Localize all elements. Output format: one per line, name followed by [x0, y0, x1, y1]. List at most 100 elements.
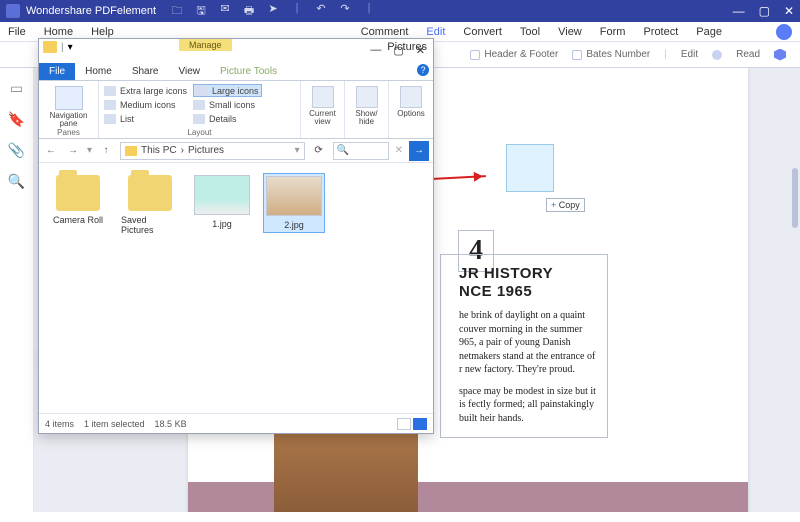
share-icon[interactable]: ➤ [266, 2, 280, 21]
options-button[interactable] [400, 86, 422, 108]
explorer-window-title: Pictures [387, 41, 427, 53]
item-name: 2.jpg [284, 220, 304, 230]
bates-number-button[interactable]: Bates Number [572, 49, 650, 60]
current-view-button[interactable] [312, 86, 334, 108]
search-input[interactable]: 🔍 [333, 142, 389, 160]
text-block[interactable]: JR HISTORY NCE 1965 he brink of daylight… [440, 254, 608, 438]
item-name: Camera Roll [53, 215, 103, 225]
image-item-selected[interactable]: 2.jpg [263, 173, 325, 233]
window-controls: ― ▢ ✕ [733, 4, 794, 18]
menu-file[interactable]: File [8, 26, 26, 38]
current-view-label: Current view [306, 110, 339, 126]
bookmarks-icon[interactable]: 🔖 [8, 111, 25, 128]
back-icon[interactable]: ← [43, 145, 59, 156]
context-tab-manage[interactable]: Manage [179, 39, 232, 51]
menu-view[interactable]: View [558, 26, 582, 38]
header-footer-button[interactable]: Header & Footer [470, 49, 558, 60]
explorer-ribbon: Navigation pane Panes Extra large icons … [39, 81, 433, 139]
body-para-2: space may be modest in size but it is fe… [459, 385, 599, 426]
undo-icon[interactable]: ↶ [314, 2, 328, 21]
layout-large[interactable]: Large icons [193, 84, 262, 97]
menu-tool[interactable]: Tool [520, 26, 540, 38]
menu-protect[interactable]: Protect [643, 26, 678, 38]
redo-icon[interactable]: ↷ [338, 2, 352, 21]
heading-line1: JR HISTORY [459, 265, 599, 283]
clear-search-icon[interactable]: ✕ [395, 145, 403, 156]
explorer-ribbon-tabs: Manage Pictures File Home Share View Pic… [39, 61, 433, 81]
user-avatar[interactable] [776, 24, 792, 40]
crumb-pictures[interactable]: Pictures [188, 145, 224, 156]
breadcrumb[interactable]: This PC› Pictures ▾ [120, 142, 305, 160]
menu-page[interactable]: Page [696, 26, 722, 38]
read-mode-label: Read [736, 49, 760, 60]
explorer-file-list[interactable]: Camera Roll Saved Pictures 1.jpg 2.jpg [39, 163, 433, 413]
print-icon[interactable]: 🖶 [242, 2, 256, 21]
edit-mode-label: Edit [681, 49, 698, 60]
menu-comment[interactable]: Comment [361, 26, 409, 38]
search-icon[interactable]: 🔍 [8, 173, 25, 190]
scrollbar[interactable] [792, 168, 798, 228]
layout-list[interactable]: List [104, 112, 187, 125]
refresh-icon[interactable]: ⟳ [311, 145, 327, 156]
layout-extra-large[interactable]: Extra large icons [104, 84, 187, 97]
open-icon[interactable]: 🗀 [170, 2, 184, 21]
navigation-pane-button[interactable] [55, 86, 83, 110]
app-logo [6, 4, 20, 18]
layout-details[interactable]: Details [193, 112, 262, 125]
folder-item[interactable]: Saved Pictures [119, 173, 181, 237]
app-title: Wondershare PDFelement [26, 5, 156, 17]
qat-dropdown-icon[interactable]: ▾ [68, 42, 73, 53]
quick-access-toolbar: 🗀 🖫 ✉ 🖶 ➤ | ↶ ↷ | [170, 2, 376, 21]
heading-line2: NCE 1965 [459, 283, 599, 301]
explorer-address-bar: ← → ▾ ↑ This PC› Pictures ▾ ⟳ 🔍 ✕ → [39, 139, 433, 163]
folder-item[interactable]: Camera Roll [47, 173, 109, 227]
recent-dropdown-icon[interactable]: ▾ [87, 145, 92, 156]
ribbon-help-icon[interactable]: ? [417, 64, 429, 76]
ribbon-current-view-group: Current view [301, 81, 345, 138]
up-icon[interactable]: ↑ [98, 145, 114, 156]
go-button[interactable]: → [409, 141, 429, 161]
menu-home[interactable]: Home [44, 26, 73, 38]
image-thumbnail [266, 176, 322, 216]
image-drop-placeholder[interactable] [506, 144, 554, 192]
layout-medium[interactable]: Medium icons [104, 98, 187, 111]
mail-icon[interactable]: ✉ [218, 2, 232, 21]
item-name: 1.jpg [212, 219, 232, 229]
explorer-minimize-icon[interactable]: ― [370, 44, 381, 56]
read-toggle[interactable] [774, 49, 786, 61]
explorer-qat: | ▾ [43, 41, 73, 53]
image-thumbnail [194, 175, 250, 215]
path-dropdown-icon[interactable]: ▾ [295, 145, 300, 156]
save-icon[interactable]: 🖫 [194, 2, 208, 21]
close-icon[interactable]: ✕ [784, 4, 794, 18]
view-large-icon[interactable] [413, 418, 427, 430]
tab-file[interactable]: File [39, 63, 75, 80]
app-titlebar: Wondershare PDFelement 🗀 🖫 ✉ 🖶 ➤ | ↶ ↷ |… [0, 0, 800, 22]
image-item[interactable]: 1.jpg [191, 173, 253, 231]
layout-small[interactable]: Small icons [193, 98, 262, 111]
body-para-1: he brink of daylight on a quaint couver … [459, 309, 599, 377]
menu-convert[interactable]: Convert [463, 26, 502, 38]
forward-icon[interactable]: → [65, 145, 81, 156]
tab-home[interactable]: Home [75, 63, 122, 80]
thumbnails-icon[interactable]: ▭ [10, 80, 23, 97]
tab-view[interactable]: View [169, 63, 211, 80]
status-selected: 1 item selected [84, 419, 145, 429]
crumb-thispc[interactable]: This PC [141, 145, 177, 156]
attachments-icon[interactable]: 📎 [8, 142, 25, 159]
menu-edit[interactable]: Edit [426, 26, 445, 38]
minimize-icon[interactable]: ― [733, 4, 745, 18]
view-details-icon[interactable] [397, 418, 411, 430]
show-hide-button[interactable] [356, 86, 378, 108]
file-explorer-window[interactable]: | ▾ ― ▢ ✕ Manage Pictures File Home Shar… [38, 38, 434, 434]
edit-toggle[interactable] [712, 50, 722, 60]
tab-share[interactable]: Share [122, 63, 169, 80]
status-item-count: 4 items [45, 419, 74, 429]
folder-icon [56, 175, 100, 211]
menu-help[interactable]: Help [91, 26, 114, 38]
menu-form[interactable]: Form [600, 26, 626, 38]
tab-picture-tools[interactable]: Picture Tools [210, 63, 287, 80]
item-name: Saved Pictures [121, 215, 179, 235]
maximize-icon[interactable]: ▢ [759, 4, 770, 18]
ribbon-showhide-group: Show/ hide [345, 81, 389, 138]
